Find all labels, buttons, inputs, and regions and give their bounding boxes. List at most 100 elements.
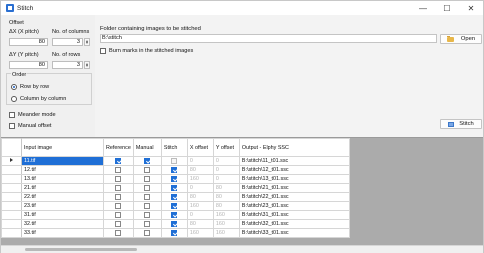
stitch-cell[interactable] [160, 156, 188, 166]
table-row[interactable]: 21.tif 0 80 B:\stitch\21_t01.ssc [1, 183, 350, 193]
manual-checkbox[interactable] [144, 229, 151, 236]
table-row[interactable]: 33.tif 160 160 B:\stitch\33_t01.ssc [1, 228, 350, 238]
reference-cell[interactable] [103, 174, 134, 184]
stitch-checkbox[interactable] [171, 175, 178, 182]
x-offset-cell[interactable]: 0 [186, 210, 214, 220]
manual-checkbox[interactable] [144, 193, 151, 200]
stitch-checkbox[interactable] [171, 193, 178, 200]
stitch-checkbox[interactable] [171, 220, 178, 227]
burn-marks-checkbox[interactable] [100, 48, 106, 54]
manual-cell[interactable] [132, 219, 162, 229]
x-offset-cell[interactable]: 0 [186, 156, 214, 166]
y-offset-cell[interactable]: 0 [212, 165, 240, 175]
col-stitch[interactable]: Stitch [160, 138, 188, 157]
reference-checkbox[interactable] [115, 175, 122, 182]
stitch-cell[interactable] [160, 228, 188, 238]
stitch-cell[interactable] [160, 165, 188, 175]
manual-checkbox[interactable] [144, 211, 151, 218]
table-row[interactable]: 13.tif 160 0 B:\stitch\13_t01.ssc [1, 174, 350, 184]
y-offset-cell[interactable]: 0 [212, 156, 240, 166]
manual-offset-label[interactable]: Manual offset [18, 123, 51, 129]
reference-cell[interactable] [103, 156, 134, 166]
meander-mode-checkbox[interactable] [9, 112, 15, 118]
row-header[interactable] [1, 201, 22, 211]
columns-input[interactable]: 3 [52, 38, 83, 46]
rows-input[interactable]: 3 [52, 61, 83, 69]
col-reference[interactable]: Reference [103, 138, 134, 157]
input-image-cell[interactable]: 23.tif [21, 201, 104, 211]
output-cell[interactable]: B:\stitch\23_t01.ssc [238, 201, 350, 211]
row-by-row-label[interactable]: Row by row [20, 84, 49, 90]
col-output[interactable]: Output - Elphy SSC [238, 138, 350, 157]
reference-checkbox[interactable] [115, 166, 122, 173]
y-offset-cell[interactable]: 80 [212, 183, 240, 193]
manual-cell[interactable] [132, 183, 162, 193]
horizontal-scrollbar[interactable] [1, 245, 483, 253]
meander-mode-label[interactable]: Meander mode [18, 112, 56, 118]
col-input-image[interactable]: Input image [21, 138, 104, 157]
reference-cell[interactable] [103, 219, 134, 229]
col-x-offset[interactable]: X offset [186, 138, 214, 157]
table-row[interactable]: 12.tif 80 0 B:\stitch\12_t01.ssc [1, 165, 350, 175]
stitch-checkbox[interactable] [171, 157, 178, 164]
stitch-cell[interactable] [160, 219, 188, 229]
row-by-row-radio[interactable] [11, 84, 17, 90]
reference-checkbox[interactable] [115, 229, 122, 236]
reference-checkbox[interactable] [115, 193, 122, 200]
output-cell[interactable]: B:\stitch\33_t01.ssc [238, 228, 350, 238]
row-header[interactable] [1, 192, 22, 202]
output-cell[interactable]: B:\stitch\13_t01.ssc [238, 174, 350, 184]
y-offset-cell[interactable]: 0 [212, 174, 240, 184]
open-button[interactable]: Open [440, 34, 482, 44]
row-header[interactable] [1, 228, 22, 238]
manual-checkbox[interactable] [144, 175, 151, 182]
reference-checkbox[interactable] [115, 211, 122, 218]
row-header[interactable] [1, 210, 22, 220]
x-offset-cell[interactable]: 160 [186, 228, 214, 238]
reference-cell[interactable] [103, 210, 134, 220]
output-cell[interactable]: B:\stitch\12_t01.ssc [238, 165, 350, 175]
stitch-checkbox[interactable] [171, 229, 178, 236]
row-header[interactable] [1, 219, 22, 229]
table-row[interactable]: 22.tif 80 80 B:\stitch\22_t01.ssc [1, 192, 350, 202]
columns-spinner[interactable] [84, 38, 90, 46]
manual-checkbox[interactable] [144, 157, 151, 164]
table-row[interactable]: 32.tif 80 160 B:\stitch\32_t01.ssc [1, 219, 350, 229]
manual-checkbox[interactable] [144, 202, 151, 209]
reference-cell[interactable] [103, 192, 134, 202]
stitch-cell[interactable] [160, 210, 188, 220]
manual-cell[interactable] [132, 228, 162, 238]
x-offset-cell[interactable]: 160 [186, 201, 214, 211]
reference-cell[interactable] [103, 201, 134, 211]
stitch-checkbox[interactable] [171, 211, 178, 218]
x-offset-cell[interactable]: 80 [186, 219, 214, 229]
stitch-cell[interactable] [160, 174, 188, 184]
manual-cell[interactable] [132, 165, 162, 175]
input-image-cell[interactable]: 31.tif [21, 210, 104, 220]
reference-cell[interactable] [103, 165, 134, 175]
table-row[interactable]: 31.tif 0 160 B:\stitch\31_t01.ssc [1, 210, 350, 220]
stitch-button[interactable]: Stitch [440, 119, 482, 129]
input-image-cell[interactable]: 11.tif [21, 156, 104, 166]
input-image-cell[interactable]: 12.tif [21, 165, 104, 175]
stitch-checkbox[interactable] [171, 166, 178, 173]
manual-checkbox[interactable] [144, 184, 151, 191]
stitch-cell[interactable] [160, 192, 188, 202]
row-header[interactable] [1, 174, 22, 184]
input-image-cell[interactable]: 33.tif [21, 228, 104, 238]
col-y-offset[interactable]: Y offset [212, 138, 240, 157]
reference-checkbox[interactable] [115, 184, 122, 191]
manual-cell[interactable] [132, 174, 162, 184]
stitch-cell[interactable] [160, 183, 188, 193]
output-cell[interactable]: B:\stitch\31_t01.ssc [238, 210, 350, 220]
images-grid[interactable]: Input image Reference Manual Stitch X of… [1, 137, 483, 253]
column-by-column-radio[interactable] [11, 96, 17, 102]
manual-cell[interactable] [132, 201, 162, 211]
input-image-cell[interactable]: 22.tif [21, 192, 104, 202]
maximize-button[interactable]: ☐ [435, 1, 459, 15]
row-header[interactable] [1, 156, 22, 166]
y-offset-cell[interactable]: 80 [212, 192, 240, 202]
x-offset-cell[interactable]: 80 [186, 192, 214, 202]
dy-input[interactable]: 80 [9, 61, 48, 69]
y-offset-cell[interactable]: 160 [212, 228, 240, 238]
